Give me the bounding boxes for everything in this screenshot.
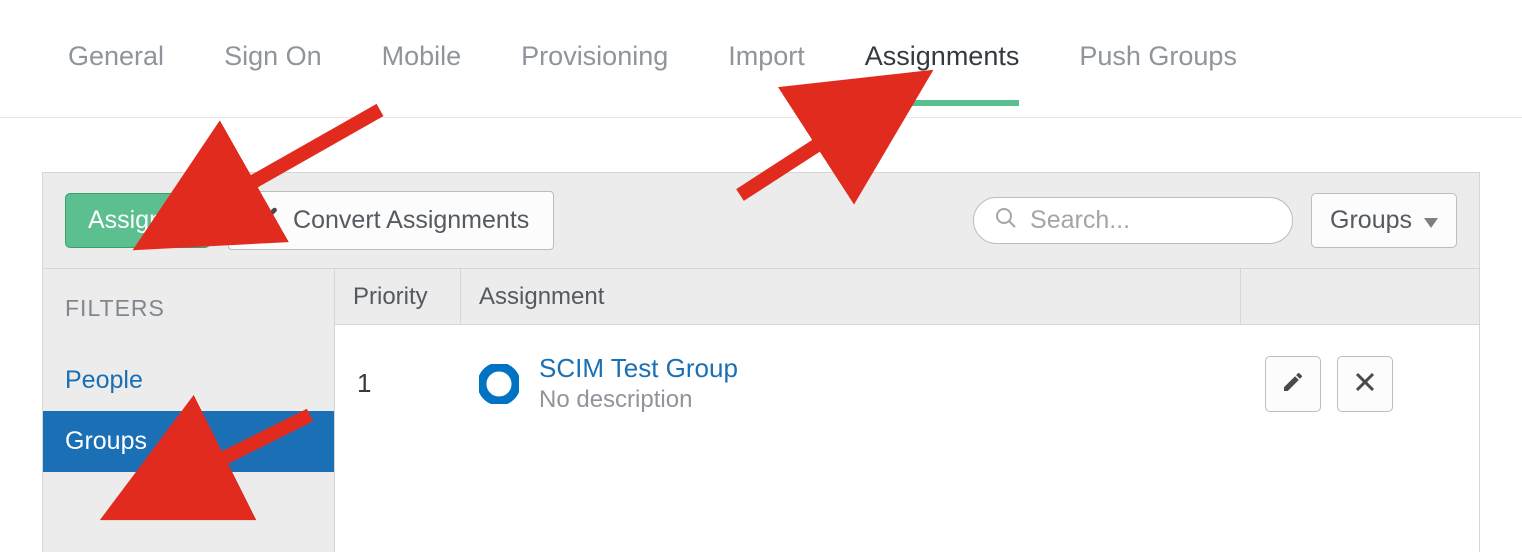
column-header-priority: Priority (335, 269, 461, 324)
assign-button-label: Assign (88, 206, 163, 235)
column-header-actions (1241, 269, 1479, 324)
row-priority: 1 (335, 368, 461, 399)
close-icon (1353, 370, 1377, 397)
chevron-down-icon (1424, 206, 1438, 235)
edit-button[interactable] (1265, 356, 1321, 412)
scope-label: Groups (1330, 206, 1412, 235)
tab-provisioning[interactable]: Provisioning (521, 41, 668, 106)
assignments-table: Priority Assignment 1 SCIM Test Group No… (335, 269, 1479, 552)
group-text: SCIM Test Group No description (539, 353, 738, 414)
row-assignment: SCIM Test Group No description (461, 353, 1241, 414)
tab-import[interactable]: Import (728, 41, 805, 106)
tab-assignments[interactable]: Assignments (865, 41, 1020, 106)
filters-sidebar: FILTERS People Groups (43, 269, 335, 552)
tab-mobile[interactable]: Mobile (382, 41, 462, 106)
tab-general[interactable]: General (68, 41, 164, 106)
filters-heading: FILTERS (43, 269, 334, 350)
assign-button[interactable]: Assign (65, 193, 210, 248)
group-description: No description (539, 386, 738, 414)
search-icon (994, 206, 1018, 235)
content-frame: Assign Convert Assignments Groups (42, 172, 1480, 552)
convert-assignments-button[interactable]: Convert Assignments (228, 191, 554, 250)
table-header: Priority Assignment (335, 269, 1479, 325)
chevron-down-icon (173, 206, 187, 235)
body-layout: FILTERS People Groups Priority Assignmen… (43, 269, 1479, 552)
tab-sign-on[interactable]: Sign On (224, 41, 322, 106)
sidebar-item-groups[interactable]: Groups (43, 411, 334, 472)
pencil-icon (1281, 370, 1305, 397)
group-name-link[interactable]: SCIM Test Group (539, 353, 738, 384)
column-header-assignment: Assignment (461, 269, 1241, 324)
tab-bar: General Sign On Mobile Provisioning Impo… (0, 0, 1522, 118)
convert-assignments-label: Convert Assignments (293, 206, 529, 235)
wrench-icon (253, 204, 279, 237)
table-row: 1 SCIM Test Group No description (335, 325, 1479, 442)
scope-dropdown[interactable]: Groups (1311, 193, 1457, 248)
search-input[interactable] (1030, 206, 1272, 235)
toolbar: Assign Convert Assignments Groups (43, 173, 1479, 269)
tab-push-groups[interactable]: Push Groups (1079, 41, 1237, 106)
group-icon (479, 364, 519, 404)
search-wrap (973, 197, 1293, 244)
row-actions (1241, 356, 1479, 412)
remove-button[interactable] (1337, 356, 1393, 412)
sidebar-item-people[interactable]: People (43, 350, 334, 411)
